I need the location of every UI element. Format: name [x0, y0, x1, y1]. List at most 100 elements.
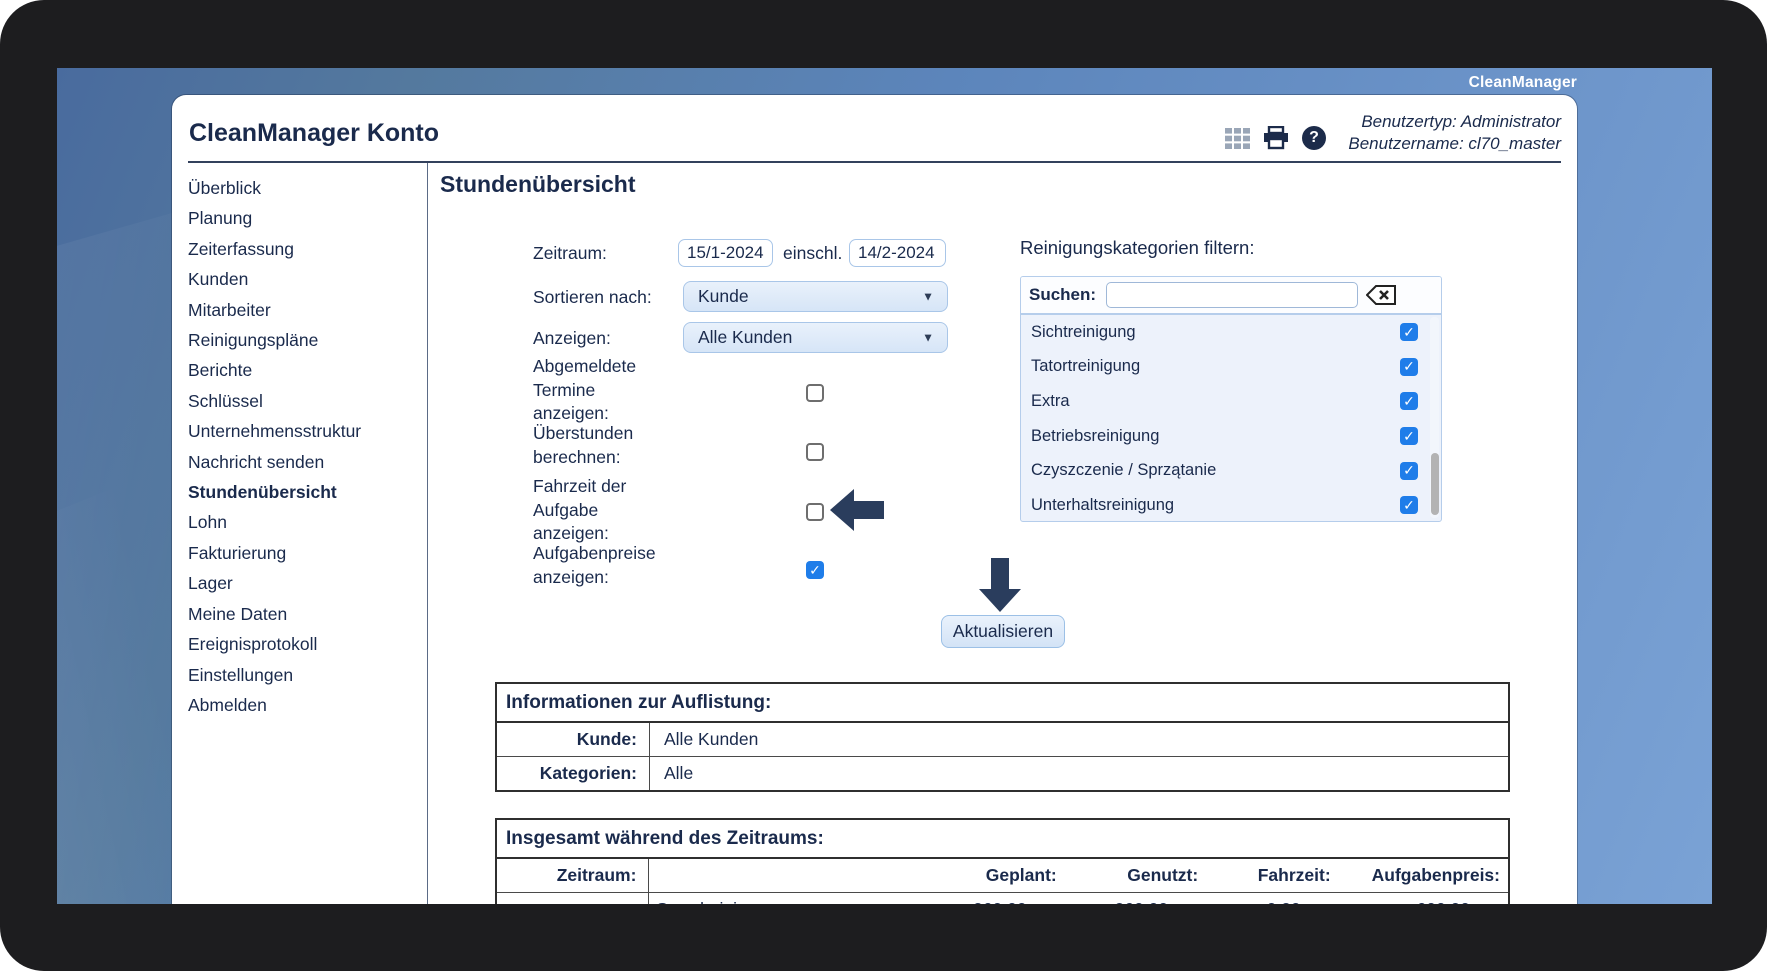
checkbox-label-abgemeldete: Abgemeldete Termine anzeigen: [533, 356, 637, 423]
sidebar-item-einstellungen[interactable]: Einstellungen [188, 660, 420, 690]
col-used: Genutzt: [1127, 865, 1199, 885]
cell-name: Grundreinigung [649, 893, 915, 904]
sidebar-item-mitarbeiter[interactable]: Mitarbeiter [188, 295, 420, 325]
sidebar-item-schluessel[interactable]: Schlüssel [188, 386, 420, 416]
period-label: Zeitraum: [533, 243, 607, 263]
info-table: Informationen zur Auflistung: Kunde: All… [495, 682, 1510, 792]
search-input[interactable] [1106, 282, 1359, 308]
header-divider [188, 161, 1561, 163]
sidebar-divider [427, 163, 428, 904]
filter-item-extra[interactable]: Extra ✓ [1021, 384, 1441, 419]
filter-search-row: Suchen: [1021, 277, 1441, 315]
table-row: Kunde: Alle Kunden [497, 723, 1508, 757]
sidebar-item-nachricht-senden[interactable]: Nachricht senden [188, 447, 420, 477]
totals-data-row: Grundreinigung 260:00 260:00 0:20 600,00 [497, 893, 1508, 904]
sidebar-item-planung[interactable]: Planung [188, 203, 420, 233]
filter-item-czyszczenie[interactable]: Czyszczenie / Sprzątanie ✓ [1021, 453, 1441, 488]
checkbox-czyszczenie[interactable]: ✓ [1400, 461, 1418, 480]
checkbox-abgemeldete-termine[interactable] [806, 384, 824, 402]
filter-item-betriebsreinigung[interactable]: Betriebsreinigung ✓ [1021, 419, 1441, 454]
sidebar-item-abmelden[interactable]: Abmelden [188, 690, 420, 720]
date-from-input[interactable] [678, 239, 773, 267]
chevron-down-icon: ▼ [922, 288, 934, 303]
col-period: Zeitraum: [497, 859, 650, 892]
incl-label: einschl. [783, 243, 843, 263]
table-grid-icon[interactable] [1225, 127, 1250, 149]
filter-item-label: Sichtreinigung [1031, 322, 1136, 341]
checkbox-unterhaltsreinigung[interactable]: ✓ [1400, 496, 1418, 515]
sidebar-item-reinigungsplaene[interactable]: Reinigungspläne [188, 325, 420, 355]
checkbox-extra[interactable]: ✓ [1400, 392, 1418, 411]
cell-travel: 0:20 [1206, 893, 1339, 904]
sidebar-nav: Überblick Planung Zeiterfassung Kunden M… [188, 173, 420, 720]
cell-planned: 260:00 [915, 893, 1064, 904]
desktop-background: CleanManager CleanManager Konto ? Benutz… [57, 68, 1712, 904]
sort-label: Sortieren nach: [533, 287, 652, 307]
show-select-value: Alle Kunden [698, 327, 793, 347]
col-description [649, 859, 915, 892]
show-label: Anzeigen: [533, 328, 611, 348]
filter-item-label: Extra [1031, 391, 1070, 410]
cell-price: 600,00 [1339, 893, 1508, 904]
chevron-down-icon: ▼ [922, 329, 934, 344]
filter-category-list: Sichtreinigung ✓ Tatortreinigung ✓ Extra… [1021, 315, 1441, 521]
checkbox-tatortreinigung[interactable]: ✓ [1400, 357, 1418, 376]
sidebar-item-ueberblick[interactable]: Überblick [188, 173, 420, 203]
sidebar-item-ereignisprotokoll[interactable]: Ereignisprotokoll [188, 629, 420, 659]
info-row-label: Kategorien: [497, 757, 650, 790]
checkbox-label-ueberstunden: Überstunden berechnen: [533, 423, 634, 467]
checkbox-label-fahrzeit: Fahrzeit der Aufgabe anzeigen: [533, 476, 627, 543]
checkbox-ueberstunden-berechnen[interactable] [806, 443, 824, 461]
col-price: Aufgabenpreis: [1371, 865, 1500, 885]
section-heading: Stundenübersicht [440, 171, 636, 197]
sidebar-item-zeiterfassung[interactable]: Zeiterfassung [188, 234, 420, 264]
sidebar-item-stundenuebersicht[interactable]: Stundenübersicht [188, 477, 420, 507]
cell-used: 260:00 [1065, 893, 1207, 904]
sort-select[interactable]: Kunde ▼ [683, 281, 948, 312]
sidebar-item-lohn[interactable]: Lohn [188, 507, 420, 537]
sidebar-item-meine-daten[interactable]: Meine Daten [188, 599, 420, 629]
col-planned: Geplant: [985, 865, 1057, 885]
filter-item-label: Tatortreinigung [1031, 357, 1141, 376]
checkbox-fahrzeit-anzeigen[interactable] [806, 503, 824, 521]
filter-heading: Reinigungskategorien filtern: [1020, 237, 1255, 258]
col-travel: Fahrzeit: [1257, 865, 1331, 885]
filter-item-unterhaltsreinigung[interactable]: Unterhaltsreinigung ✓ [1021, 488, 1441, 521]
info-row-value: Alle Kunden [664, 729, 759, 749]
user-type-label: Benutzertyp: Administrator [1361, 112, 1561, 131]
sidebar-item-fakturierung[interactable]: Fakturierung [188, 538, 420, 568]
checkbox-sichtreinigung[interactable]: ✓ [1400, 323, 1418, 342]
sidebar-item-berichte[interactable]: Berichte [188, 355, 420, 385]
user-info: Benutzertyp: Administrator Benutzername:… [1348, 111, 1561, 155]
pointer-arrow-left-icon [830, 489, 884, 531]
help-icon[interactable]: ? [1302, 126, 1326, 150]
app-window: CleanManager Konto ? Benutzertyp: Admini… [172, 95, 1577, 904]
screenshot-frame: CleanManager CleanManager Konto ? Benutz… [0, 0, 1767, 971]
totals-table-title: Insgesamt während des Zeitraums: [497, 820, 1508, 859]
show-select[interactable]: Alle Kunden ▼ [683, 322, 948, 353]
sort-select-value: Kunde [698, 286, 749, 306]
sidebar-item-lager[interactable]: Lager [188, 568, 420, 598]
sidebar-item-kunden[interactable]: Kunden [188, 264, 420, 294]
browser-brand-label: CleanManager [1468, 74, 1577, 91]
scrollbar-thumb[interactable] [1430, 453, 1439, 515]
sidebar-item-unternehmensstruktur[interactable]: Unternehmensstruktur [188, 416, 420, 446]
info-row-label: Kunde: [497, 723, 650, 756]
table-row: Kategorien: Alle [497, 757, 1508, 790]
info-row-value: Alle [664, 763, 694, 783]
filter-item-label: Unterhaltsreinigung [1031, 495, 1175, 514]
date-to-input[interactable] [849, 239, 946, 267]
header-toolbar: ? [1225, 126, 1326, 150]
checkbox-aufgabenpreise-anzeigen[interactable]: ✓ [806, 561, 824, 579]
clear-search-icon[interactable] [1366, 283, 1397, 307]
checkbox-betriebsreinigung[interactable]: ✓ [1400, 427, 1418, 446]
checkbox-label-aufgabenpreise: Aufgabenpreise anzeigen: [533, 543, 656, 587]
print-icon[interactable] [1263, 126, 1289, 150]
info-table-title: Informationen zur Auflistung: [497, 684, 1508, 723]
pointer-arrow-down-icon [979, 558, 1021, 612]
filter-scrollbar[interactable] [1430, 317, 1439, 518]
user-name-label: Benutzername: cl70_master [1348, 134, 1561, 153]
filter-item-tatortreinigung[interactable]: Tatortreinigung ✓ [1021, 350, 1441, 385]
filter-item-sichtreinigung[interactable]: Sichtreinigung ✓ [1021, 315, 1441, 350]
update-button[interactable]: Aktualisieren [941, 615, 1065, 648]
